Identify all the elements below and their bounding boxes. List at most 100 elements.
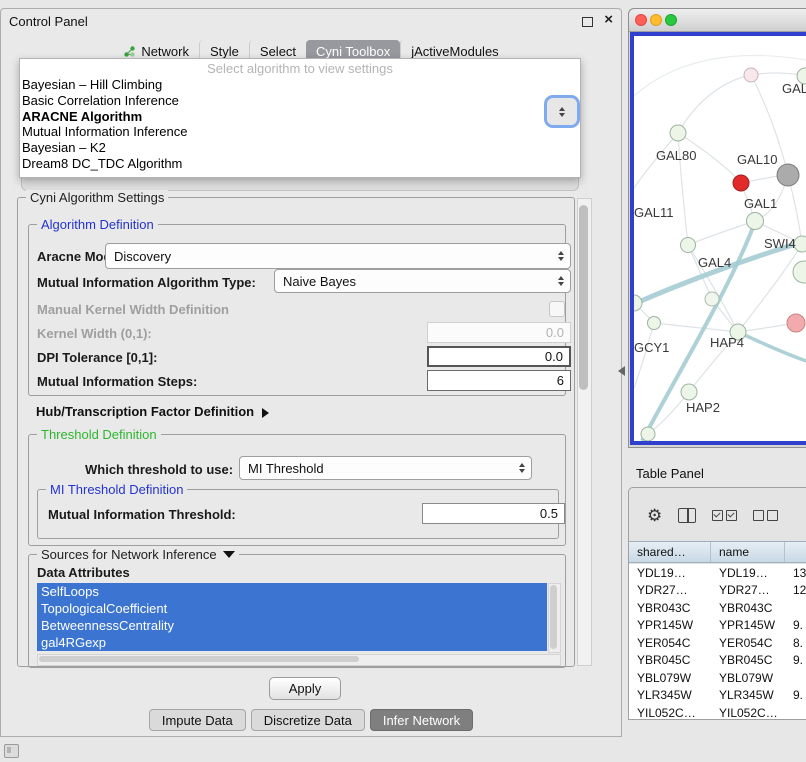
list-item[interactable]: gal4RGexp: [37, 634, 547, 651]
table-row[interactable]: YPR145W YPR145W 9.: [629, 617, 806, 635]
cell[interactable]: 13: [785, 566, 806, 580]
close-traffic-light[interactable]: [635, 14, 647, 26]
expander-down-icon[interactable]: [223, 551, 235, 558]
popup-item[interactable]: Basic Correlation Inference: [20, 93, 580, 109]
tab-label: Cyni Toolbox: [316, 44, 390, 59]
zoom-traffic-light[interactable]: [665, 14, 677, 26]
table-row[interactable]: YER054C YER054C 8.: [629, 634, 806, 652]
field-value: 6: [557, 373, 564, 388]
scrollbar-thumb[interactable]: [550, 585, 557, 649]
apply-button[interactable]: Apply: [269, 677, 341, 700]
popup-item[interactable]: Bayesian – K2: [20, 140, 580, 156]
deselect-all-icon[interactable]: [753, 510, 778, 521]
expander-right-icon[interactable]: [262, 408, 269, 418]
network-node[interactable]: [733, 175, 749, 191]
network-node[interactable]: [641, 427, 655, 441]
dpi-tolerance-field[interactable]: 0.0: [427, 346, 571, 367]
network-node[interactable]: [670, 125, 686, 141]
select-all-icon[interactable]: [712, 510, 737, 521]
which-threshold-combobox[interactable]: MI Threshold: [239, 456, 532, 480]
cell[interactable]: YBR045C: [711, 653, 785, 667]
table-row[interactable]: YLR345W YLR345W 9.: [629, 687, 806, 705]
cell[interactable]: YDR27…: [711, 583, 785, 597]
network-node[interactable]: [794, 236, 806, 252]
popup-item[interactable]: Dream8 DC_TDC Algorithm: [20, 156, 580, 172]
tab-infer-network[interactable]: Infer Network: [370, 709, 473, 731]
network-node[interactable]: [787, 314, 805, 332]
columns-icon[interactable]: [678, 508, 696, 523]
popup-item[interactable]: Bayesian – Hill Climbing: [20, 77, 580, 93]
cell[interactable]: YBR043C: [629, 601, 711, 615]
hub-transcription-section[interactable]: Hub/Transcription Factor Definition: [36, 404, 269, 419]
column-header[interactable]: name: [711, 542, 785, 562]
table-row[interactable]: YDL19… YDL19… 13: [629, 564, 806, 582]
cell[interactable]: YBR045C: [629, 653, 711, 667]
cell[interactable]: 9.: [785, 653, 806, 667]
list-item[interactable]: TopologicalCoefficient: [37, 600, 547, 617]
network-node[interactable]: [744, 68, 758, 82]
mi-threshold-field[interactable]: 0.5: [422, 503, 565, 524]
cell[interactable]: YBL079W: [711, 671, 785, 685]
network-node[interactable]: [747, 213, 764, 230]
float-panel-icon[interactable]: [582, 17, 593, 27]
minimize-traffic-light[interactable]: [650, 14, 662, 26]
cell[interactable]: 12: [785, 583, 806, 597]
popup-item-selected[interactable]: ARACNE Algorithm: [20, 109, 580, 125]
scrollbar-thumb[interactable]: [579, 205, 588, 390]
close-icon[interactable]: ×: [604, 11, 613, 28]
popup-item[interactable]: Mutual Information Inference: [20, 124, 580, 140]
gear-icon[interactable]: ⚙: [647, 507, 662, 524]
network-node[interactable]: [705, 292, 719, 306]
cell[interactable]: YER054C: [629, 636, 711, 650]
settings-scrollbar[interactable]: [577, 198, 592, 666]
cell[interactable]: YLR345W: [711, 688, 785, 702]
cell[interactable]: 8.: [785, 636, 806, 650]
network-node[interactable]: [681, 238, 696, 253]
list-item[interactable]: SelfLoops: [37, 583, 547, 600]
list-vertical-scrollbar[interactable]: [548, 583, 561, 653]
tab-impute-data[interactable]: Impute Data: [149, 709, 246, 731]
aracne-mode-combobox[interactable]: Discovery: [105, 243, 571, 269]
cell[interactable]: YIL052C…: [629, 706, 711, 719]
table-row[interactable]: YIL052C… YIL052C…: [629, 704, 806, 719]
tab-discretize-data[interactable]: Discretize Data: [251, 709, 365, 731]
list-horizontal-scrollbar[interactable]: [37, 654, 561, 666]
algorithm-combobox-button[interactable]: [547, 98, 577, 125]
cell[interactable]: YER054C: [711, 636, 785, 650]
network-node[interactable]: [777, 164, 799, 186]
table-row[interactable]: YBR045C YBR045C 9.: [629, 652, 806, 670]
list-item[interactable]: BetweennessCentrality: [37, 617, 547, 634]
cell[interactable]: YLR345W: [629, 688, 711, 702]
network-canvas[interactable]: GAL80 GAL10 GAL11 GAL1 SWI4 GAL4 GCY1 HA…: [634, 36, 806, 441]
cell[interactable]: YIL052C…: [711, 706, 785, 719]
cell[interactable]: YDR27…: [629, 583, 711, 597]
dpi-tolerance-label: DPI Tolerance [0,1]:: [37, 350, 157, 365]
cell[interactable]: YDL19…: [629, 566, 711, 580]
node-label: GCY1: [634, 340, 669, 355]
table-row[interactable]: YDR27… YDR27… 12: [629, 582, 806, 600]
network-node[interactable]: [681, 384, 697, 400]
cell[interactable]: YDL19…: [711, 566, 785, 580]
network-node[interactable]: [648, 317, 661, 330]
cell[interactable]: YPR145W: [629, 618, 711, 632]
cell[interactable]: YBR043C: [711, 601, 785, 615]
network-window-titlebar[interactable]: [629, 9, 806, 32]
mi-algorithm-type-combobox[interactable]: Naive Bayes: [274, 269, 571, 293]
splitter-collapse-icon[interactable]: [618, 366, 625, 376]
table-row[interactable]: YBR043C YBR043C: [629, 599, 806, 617]
data-attributes-list[interactable]: SelfLoops TopologicalCoefficient Between…: [37, 583, 547, 651]
scrollbar-thumb[interactable]: [39, 656, 359, 662]
restore-panel-icon[interactable]: [4, 744, 19, 758]
node-label: GAL10: [737, 152, 777, 167]
cell[interactable]: 9.: [785, 688, 806, 702]
cell[interactable]: YPR145W: [711, 618, 785, 632]
column-header[interactable]: shared…: [629, 542, 711, 562]
cell[interactable]: YBL079W: [629, 671, 711, 685]
network-icon: [123, 45, 136, 58]
column-header[interactable]: [785, 542, 806, 562]
table-row[interactable]: YBL079W YBL079W: [629, 669, 806, 687]
network-node[interactable]: [793, 261, 806, 283]
mi-steps-field[interactable]: 6: [427, 370, 571, 391]
cell[interactable]: 9.: [785, 618, 806, 632]
combobox-arrows-icon: [558, 251, 564, 261]
